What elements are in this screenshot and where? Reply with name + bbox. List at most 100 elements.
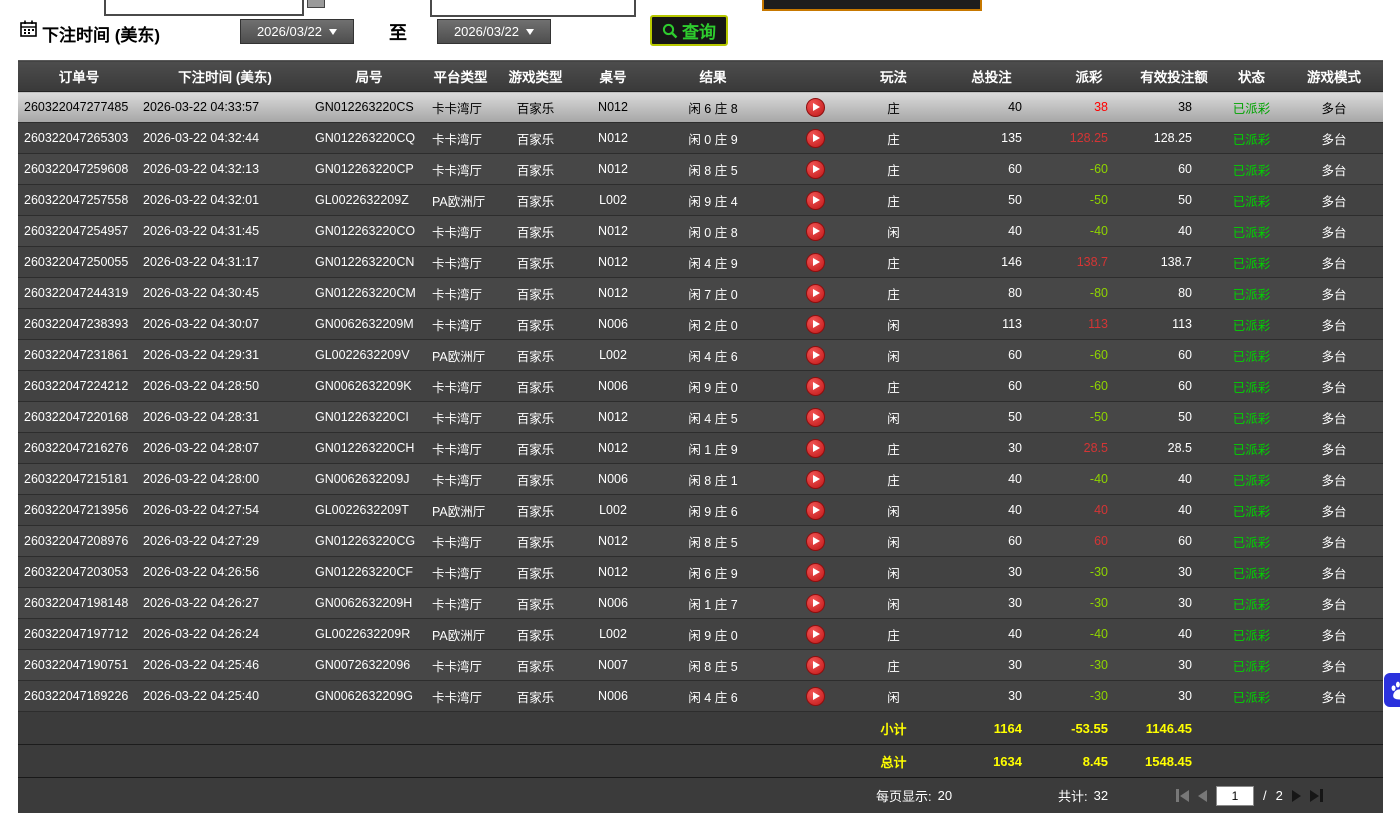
result: 闲 8 庄 5 (648, 526, 778, 557)
round-id: GL0022632209T (310, 495, 428, 526)
subtotal-valid-bet: 1146.45 (1130, 712, 1218, 745)
game-type: 百家乐 (493, 247, 578, 278)
platform-type: PA欧洲厅 (428, 185, 493, 216)
table-row[interactable]: 2603220472596082026-03-22 04:32:13GN0122… (18, 154, 1383, 185)
status: 已派彩 (1218, 185, 1285, 216)
payout: -60 (1048, 340, 1130, 371)
status: 已派彩 (1218, 154, 1285, 185)
table-row[interactable]: 2603220472089762026-03-22 04:27:29GN0122… (18, 526, 1383, 557)
play-video-button[interactable] (806, 191, 825, 210)
round-id: GN012263220CF (310, 557, 428, 588)
play-icon (813, 661, 820, 669)
table-row[interactable]: 2603220471981482026-03-22 04:26:27GN0062… (18, 588, 1383, 619)
play-video-button[interactable] (806, 284, 825, 303)
last-page-button[interactable] (1310, 789, 1323, 802)
date-to-select[interactable]: 2026/03/22 (437, 19, 551, 44)
table-row[interactable]: 2603220472201682026-03-22 04:28:31GN0122… (18, 402, 1383, 433)
bet-time: 2026-03-22 04:30:07 (140, 309, 310, 340)
valid-bet: 128.25 (1130, 123, 1218, 154)
status: 已派彩 (1218, 464, 1285, 495)
game-mode: 多台 (1285, 247, 1383, 278)
platform-type: 卡卡湾厅 (428, 402, 493, 433)
first-page-button[interactable] (1176, 789, 1189, 802)
play-video-button[interactable] (806, 253, 825, 272)
query-button[interactable]: 查询 (650, 15, 728, 46)
order-number: 260322047215181 (18, 464, 140, 495)
valid-bet: 38 (1130, 92, 1218, 123)
play-video-button[interactable] (806, 594, 825, 613)
status: 已派彩 (1218, 681, 1285, 712)
bet-type: 庄 (852, 185, 935, 216)
table-row[interactable]: 2603220472500552026-03-22 04:31:17GN0122… (18, 247, 1383, 278)
table-row[interactable]: 2603220472318612026-03-22 04:29:31GL0022… (18, 340, 1383, 371)
play-video-button[interactable] (806, 222, 825, 241)
table-row[interactable]: 2603220471892262026-03-22 04:25:40GN0062… (18, 681, 1383, 712)
result: 闲 8 庄 5 (648, 154, 778, 185)
play-video-button[interactable] (806, 625, 825, 644)
date-from-select[interactable]: 2026/03/22 (240, 19, 354, 44)
page-number-input[interactable] (1216, 786, 1254, 806)
payout: -30 (1048, 588, 1130, 619)
platform-type: 卡卡湾厅 (428, 216, 493, 247)
table-row[interactable]: 2603220472653032026-03-22 04:32:44GN0122… (18, 123, 1383, 154)
play-video-button[interactable] (806, 129, 825, 148)
play-video-button[interactable] (806, 656, 825, 675)
subtotal-label: 小计 (852, 712, 935, 745)
total-count-value: 32 (1094, 788, 1108, 803)
table-row[interactable]: 2603220472383932026-03-22 04:30:07GN0062… (18, 309, 1383, 340)
table-row[interactable]: 2603220472774852026-03-22 04:33:57GN0122… (18, 92, 1383, 123)
bet-type: 庄 (852, 464, 935, 495)
table-number: L002 (578, 619, 648, 650)
top-input-1[interactable] (104, 0, 304, 16)
table-row[interactable]: 2603220472030532026-03-22 04:26:56GN0122… (18, 557, 1383, 588)
play-video-button[interactable] (806, 687, 825, 706)
game-mode: 多台 (1285, 309, 1383, 340)
top-dropdown[interactable] (762, 0, 982, 11)
bet-time: 2026-03-22 04:27:29 (140, 526, 310, 557)
previous-page-button[interactable] (1198, 790, 1207, 802)
play-video-button[interactable] (806, 439, 825, 458)
table-row[interactable]: 2603220472139562026-03-22 04:27:54GL0022… (18, 495, 1383, 526)
game-type: 百家乐 (493, 185, 578, 216)
table-row[interactable]: 2603220472151812026-03-22 04:28:00GN0062… (18, 464, 1383, 495)
play-video-button[interactable] (806, 501, 825, 520)
table-number: L002 (578, 185, 648, 216)
order-number: 260322047254957 (18, 216, 140, 247)
next-page-button[interactable] (1292, 790, 1301, 802)
play-video-button[interactable] (806, 532, 825, 551)
play-video-button[interactable] (806, 563, 825, 582)
game-type: 百家乐 (493, 557, 578, 588)
play-icon (813, 630, 820, 638)
play-video-button[interactable] (806, 315, 825, 334)
bet-type: 闲 (852, 309, 935, 340)
bet-time: 2026-03-22 04:32:13 (140, 154, 310, 185)
records-table: 订单号下注时间 (美东)局号平台类型游戏类型桌号结果玩法总投注派彩有效投注额状态… (18, 60, 1383, 777)
status: 已派彩 (1218, 278, 1285, 309)
play-video-button[interactable] (806, 470, 825, 489)
result-video-cell (778, 216, 852, 247)
valid-bet: 138.7 (1130, 247, 1218, 278)
round-id: GN0062632209G (310, 681, 428, 712)
play-video-button[interactable] (806, 377, 825, 396)
total-bet: 40 (935, 92, 1048, 123)
status: 已派彩 (1218, 340, 1285, 371)
table-row[interactable]: 2603220472575582026-03-22 04:32:01GL0022… (18, 185, 1383, 216)
table-row[interactable]: 2603220472549572026-03-22 04:31:45GN0122… (18, 216, 1383, 247)
result-video-cell (778, 402, 852, 433)
table-row[interactable]: 2603220472242122026-03-22 04:28:50GN0062… (18, 371, 1383, 402)
total-bet: 113 (935, 309, 1048, 340)
game-mode: 多台 (1285, 557, 1383, 588)
play-icon (813, 196, 820, 204)
baidu-logo-icon[interactable] (1384, 673, 1400, 707)
table-row[interactable]: 2603220471907512026-03-22 04:25:46GN0072… (18, 650, 1383, 681)
play-video-button[interactable] (806, 98, 825, 117)
play-video-button[interactable] (806, 346, 825, 365)
top-calendar-icon[interactable] (307, 0, 325, 8)
table-row[interactable]: 2603220472443192026-03-22 04:30:45GN0122… (18, 278, 1383, 309)
table-row[interactable]: 2603220472162762026-03-22 04:28:07GN0122… (18, 433, 1383, 464)
valid-bet: 80 (1130, 278, 1218, 309)
play-video-button[interactable] (806, 408, 825, 427)
play-video-button[interactable] (806, 160, 825, 179)
table-row[interactable]: 2603220471977122026-03-22 04:26:24GL0022… (18, 619, 1383, 650)
top-input-2[interactable] (430, 0, 636, 17)
